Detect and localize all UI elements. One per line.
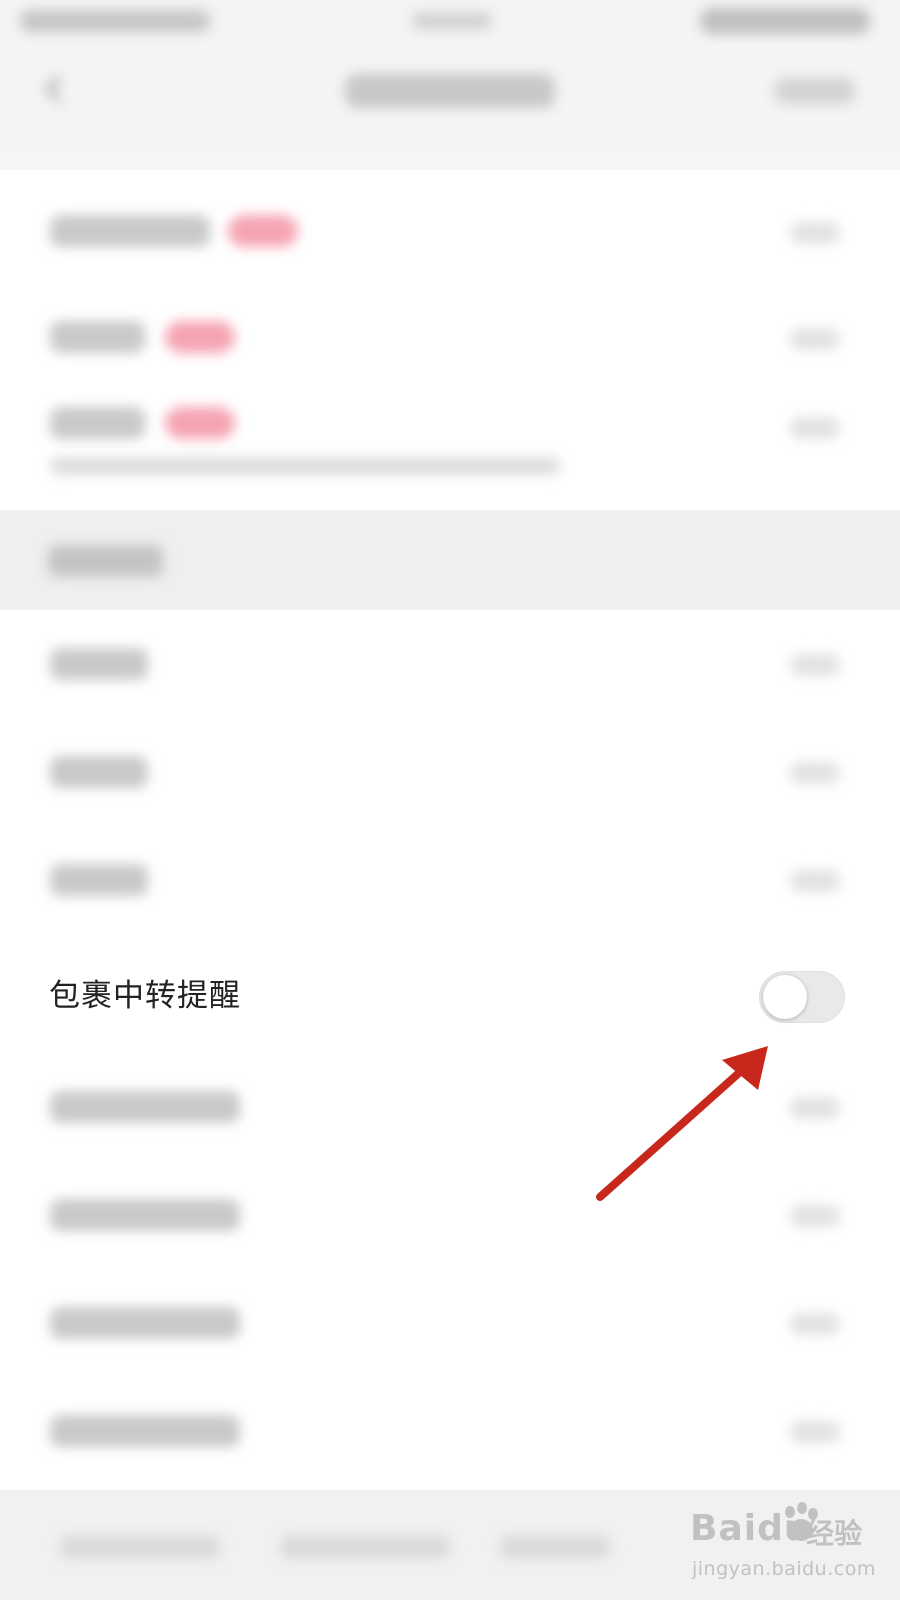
baidu-jingyan-watermark: Baidu 经验 jingyan.baidu.com <box>690 1500 890 1590</box>
page-title <box>345 74 555 108</box>
settings-row-control[interactable] <box>790 654 840 676</box>
settings-row[interactable] <box>0 1159 900 1267</box>
settings-row[interactable] <box>0 1051 900 1159</box>
settings-row-description <box>50 457 560 475</box>
settings-row-label <box>50 1091 240 1123</box>
toggle-knob <box>763 975 807 1019</box>
settings-row-label <box>50 215 210 247</box>
status-bar <box>0 0 900 44</box>
settings-row-label <box>50 648 148 680</box>
settings-row[interactable] <box>0 826 900 934</box>
section-header <box>0 510 900 610</box>
parcel-transit-reminder-toggle[interactable] <box>759 971 845 1023</box>
new-badge <box>165 321 235 353</box>
settings-row-label <box>50 321 145 353</box>
settings-row[interactable] <box>0 385 900 505</box>
settings-row-control[interactable] <box>790 870 840 892</box>
settings-row[interactable] <box>0 1267 900 1375</box>
status-bar-time <box>412 12 492 30</box>
settings-row-label <box>50 1199 240 1231</box>
settings-row[interactable] <box>0 1375 900 1483</box>
bottom-bar-item[interactable] <box>280 1535 450 1559</box>
bottom-bar-item[interactable] <box>500 1535 610 1559</box>
settings-row[interactable] <box>0 610 900 718</box>
nav-action-button[interactable] <box>775 78 855 104</box>
section-header-label <box>48 545 163 577</box>
settings-row-label <box>50 756 148 788</box>
settings-row-control[interactable] <box>790 1313 840 1335</box>
navigation-bar <box>0 44 900 154</box>
settings-row[interactable] <box>0 175 900 283</box>
settings-row-label <box>50 864 148 896</box>
new-badge <box>228 215 298 247</box>
settings-row[interactable] <box>0 283 900 391</box>
settings-row-control[interactable] <box>790 1205 840 1227</box>
settings-row-control[interactable] <box>790 762 840 784</box>
settings-row-control[interactable] <box>790 1421 840 1443</box>
settings-row-control[interactable] <box>790 222 840 244</box>
watermark-url: jingyan.baidu.com <box>692 1558 876 1580</box>
status-bar-carrier <box>20 10 210 32</box>
bottom-bar-item[interactable] <box>60 1535 220 1559</box>
new-badge <box>165 407 235 439</box>
settings-row-label <box>50 1307 240 1339</box>
back-arrow-icon[interactable] <box>40 74 70 104</box>
settings-row-control[interactable] <box>790 417 840 439</box>
settings-row-control[interactable] <box>790 1097 840 1119</box>
settings-row-parcel-transit-reminder[interactable]: 包裹中转提醒 <box>0 943 900 1051</box>
settings-row-label <box>50 407 145 439</box>
parcel-transit-reminder-label: 包裹中转提醒 <box>49 978 241 1014</box>
watermark-product: 经验 <box>806 1517 863 1550</box>
settings-row[interactable] <box>0 718 900 826</box>
settings-row-label <box>50 1415 240 1447</box>
settings-row-control[interactable] <box>790 328 840 350</box>
status-bar-indicators <box>700 8 870 34</box>
settings-group-top <box>0 170 900 510</box>
